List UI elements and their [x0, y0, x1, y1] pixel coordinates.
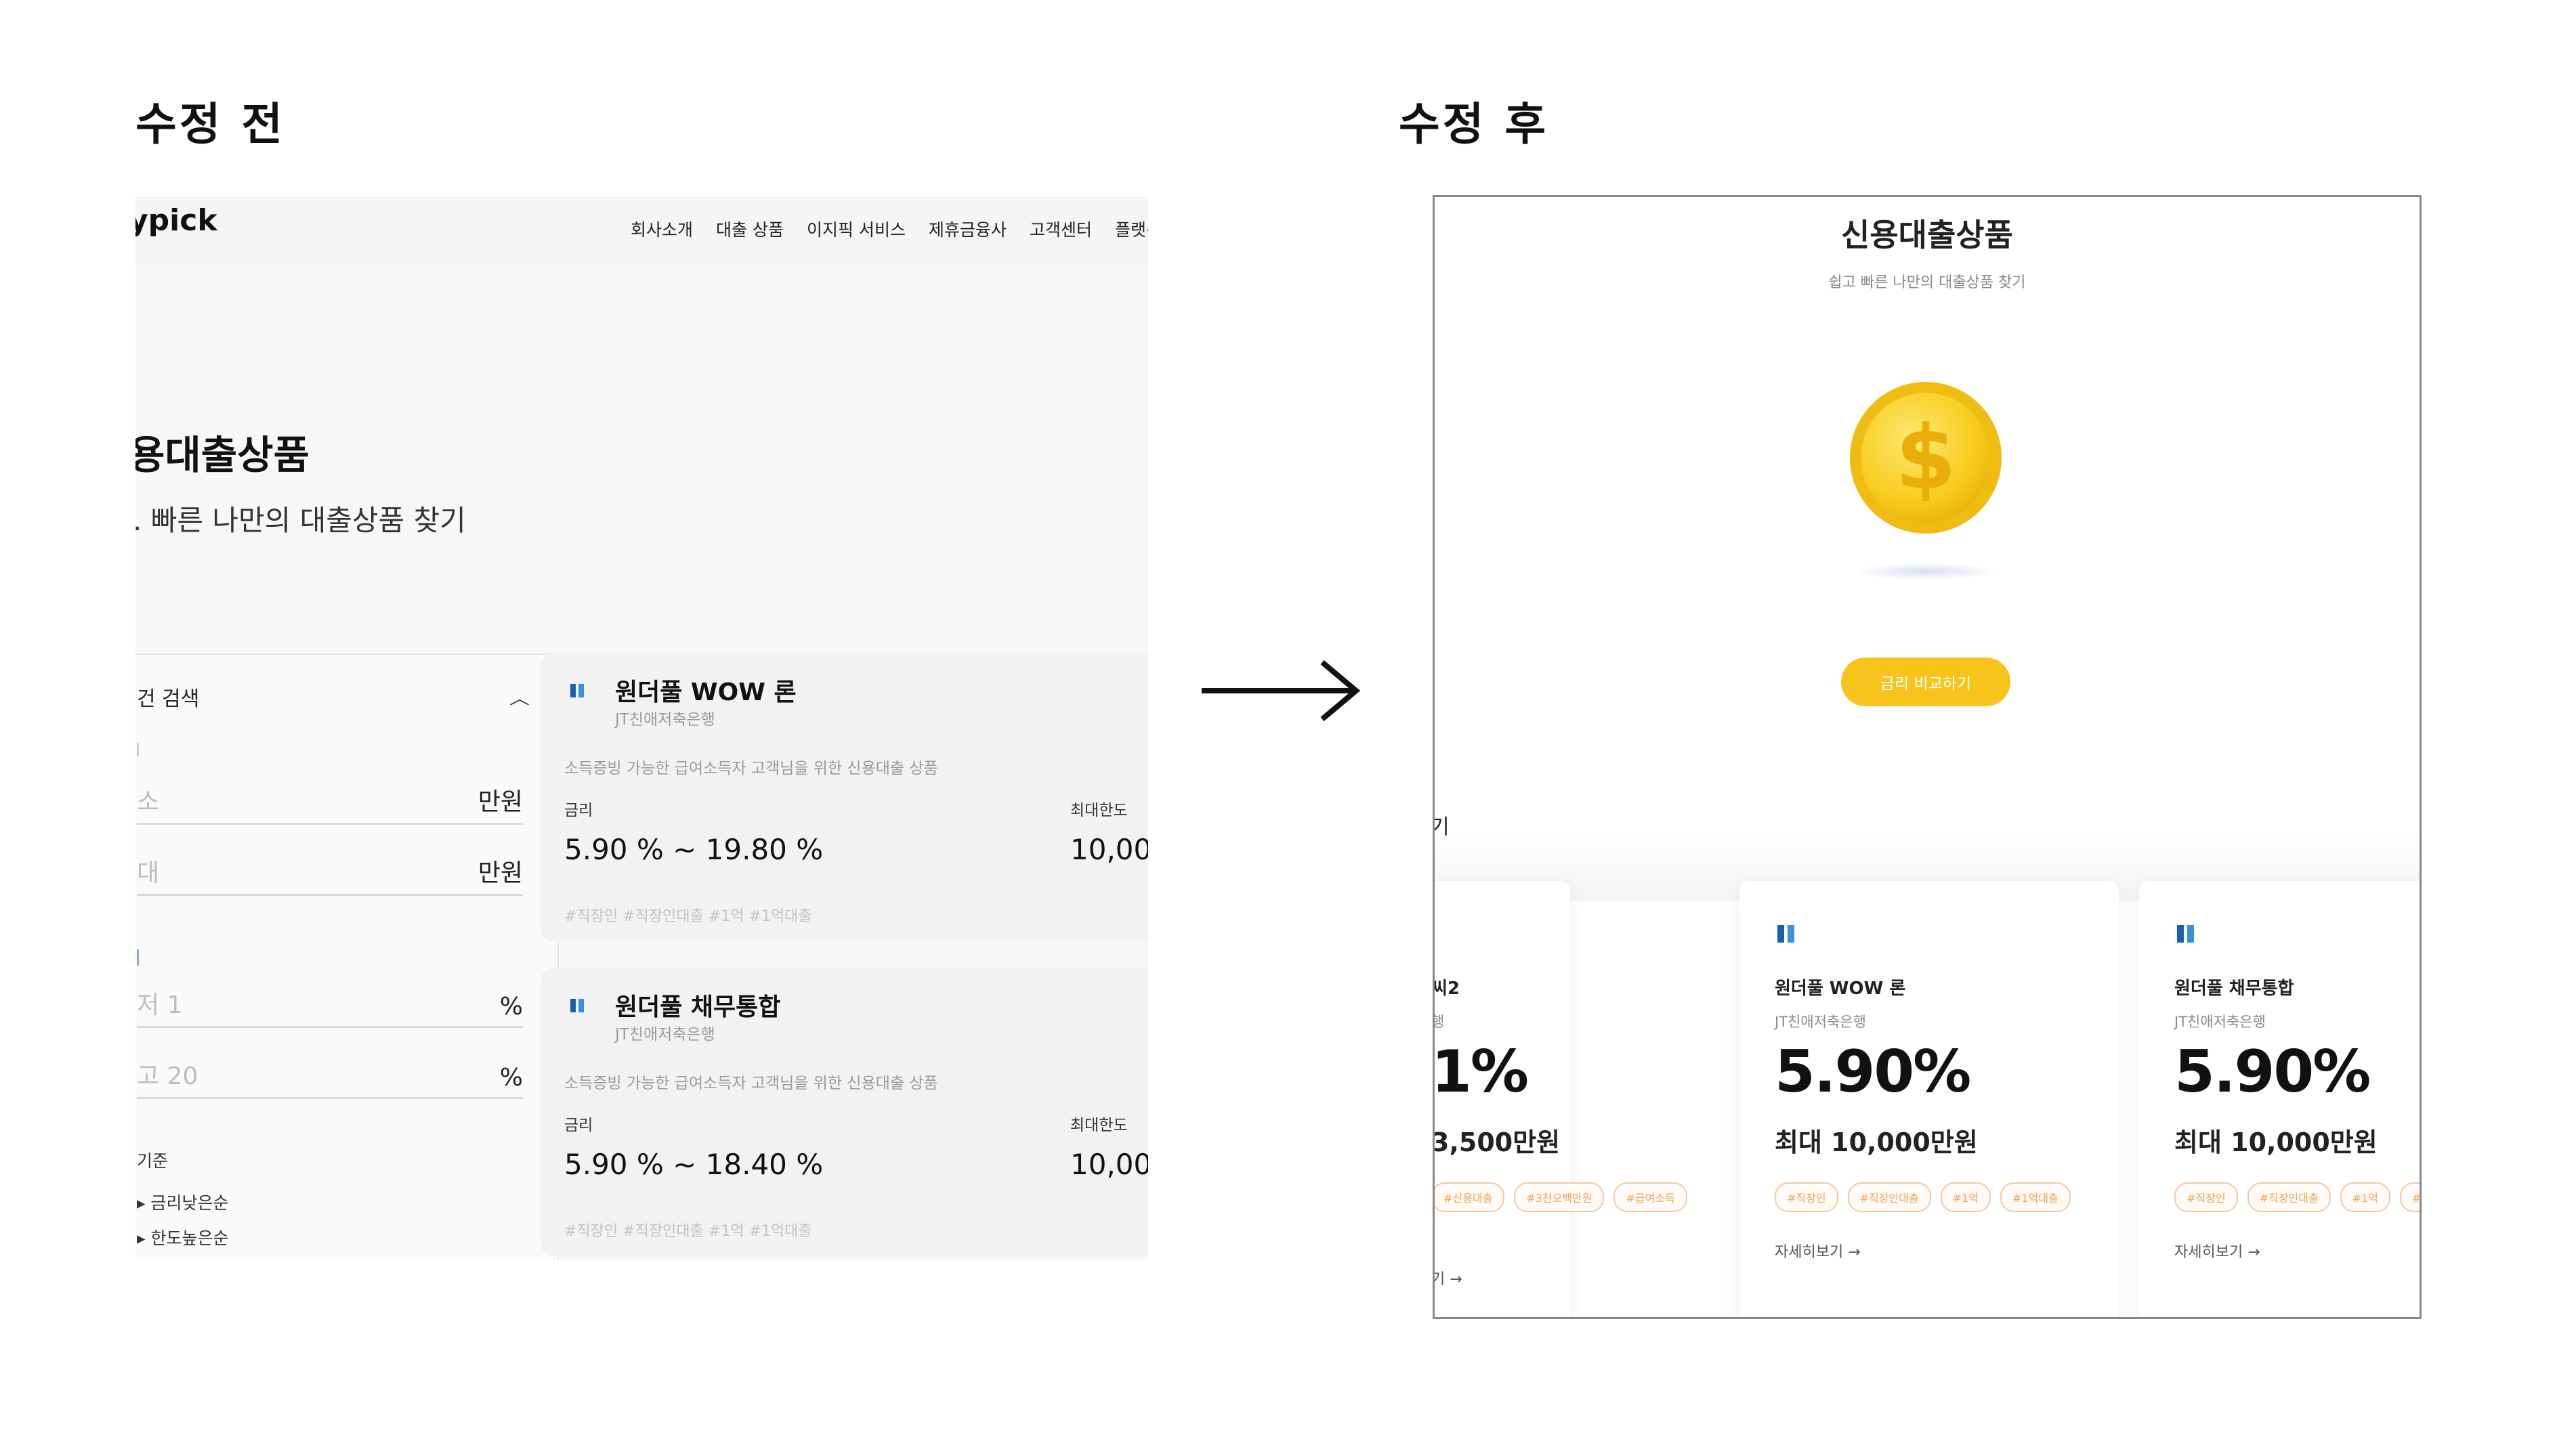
product-bank: JT친애저축은행: [2174, 1014, 2266, 1030]
product-rate: 5.90%: [2174, 1038, 2371, 1106]
loan-name: 원더풀 WOW 론: [615, 679, 797, 706]
product-max-limit: 최대 10,000만원: [1775, 1127, 1978, 1157]
before-screenshot: ypick 회사소개 대출 상품 이지픽 서비스 제휴금융사 고객센터 플랫폼 …: [135, 196, 1148, 1260]
sort-option-high-limit[interactable]: ▸ 한도높은순: [137, 1225, 229, 1249]
filter-divider-tick: [137, 949, 139, 966]
filter-title: 건 검색: [137, 687, 200, 711]
product-tag: #직장인대출: [2247, 1182, 2331, 1212]
max-limit-value: 10,000: [1070, 1148, 1148, 1181]
nav-item-about[interactable]: 회사소개: [631, 217, 693, 241]
page-subtitle: 쉽고 빠른 나만의 대출상품 찾기: [1828, 274, 2026, 291]
loan-bank: JT친애저축은행: [615, 1026, 715, 1044]
min-rate-field[interactable]: 저 1 %: [137, 990, 523, 1028]
product-tags: #신용대출 #3천오백만원 #급여소득: [1435, 1182, 1687, 1212]
loan-bank: JT친애저축은행: [615, 711, 715, 729]
nav-menu: 회사소개 대출 상품 이지픽 서비스 제휴금융사 고객센터 플랫폼: [631, 217, 1148, 241]
page-title: 용대출상품: [135, 432, 310, 478]
product-card[interactable]: 원더풀 WOW 론 JT친애저축은행 5.90% 최대 10,000만원 #직장…: [1739, 881, 2119, 1317]
product-tag: #1억대: [2399, 1182, 2420, 1212]
product-tag: #직장인: [1775, 1182, 1838, 1212]
product-bank: 행: [1435, 1011, 1444, 1031]
max-rate-placeholder: 고 20: [137, 1062, 198, 1090]
max-limit-label: 최대한도: [1070, 1117, 1128, 1134]
details-link[interactable]: 자세히보기 →: [1775, 1240, 1861, 1262]
product-tag: #3천오백만원: [1514, 1182, 1605, 1212]
sort-option-low-rate[interactable]: ▸ 금리낮은순: [137, 1190, 229, 1214]
loan-tags: #직장인 #직장인대출 #1억 #1억대출: [564, 908, 812, 925]
page-subtitle: . 빠른 나만의 대출상품 찾기: [135, 504, 466, 537]
bank-logo-icon: [1777, 925, 1794, 943]
loan-tags: #직장인 #직장인대출 #1억 #1억대출: [564, 1223, 812, 1240]
min-amount-field[interactable]: 소 만원: [137, 787, 523, 825]
rate-label: 금리: [564, 1117, 593, 1134]
product-name: 원더풀 채무통합: [2174, 978, 2294, 999]
details-link[interactable]: 기 →: [1435, 1267, 1462, 1289]
rate-value: 5.90 % ~ 19.80 %: [564, 833, 824, 866]
dollar-coin-icon: $: [1850, 382, 2002, 534]
product-tag: #신용대출: [1435, 1182, 1505, 1212]
max-amount-unit: 만원: [478, 859, 523, 887]
arrow-right-icon: [1202, 660, 1361, 722]
rate-label: 금리: [564, 802, 593, 819]
rate-value: 5.90 % ~ 18.40 %: [564, 1148, 824, 1181]
after-heading: 수정 후: [1399, 98, 1549, 150]
loan-card[interactable]: 원더풀 채무통합 JT친애저축은행 소득증빙 가능한 급여소득자 고객님을 위한…: [541, 968, 1148, 1256]
max-rate-field[interactable]: 고 20 %: [137, 1061, 523, 1099]
max-limit-value: 10,000: [1070, 833, 1148, 866]
bank-logo-icon: [570, 684, 584, 697]
bank-logo-icon: [2177, 925, 2194, 943]
details-link[interactable]: 자세히보기 →: [2174, 1240, 2260, 1262]
max-rate-unit: %: [499, 1064, 523, 1092]
section-label: 기: [1435, 810, 1450, 840]
product-rate: 1%: [1433, 1038, 1529, 1106]
nav-item-partners[interactable]: 제휴금융사: [929, 217, 1007, 241]
product-name: 원더풀 WOW 론: [1775, 978, 1906, 999]
svg-text:$: $: [1895, 406, 1956, 509]
product-bank: JT친애저축은행: [1775, 1014, 1866, 1030]
site-logo[interactable]: ypick: [135, 203, 217, 238]
min-rate-unit: %: [499, 993, 523, 1020]
max-amount-placeholder: 대: [137, 859, 160, 887]
filter-divider-tick: [137, 743, 139, 756]
sort-option-high-limit-label: 한도높은순: [150, 1228, 229, 1248]
max-limit-label: 최대한도: [1070, 802, 1128, 819]
loan-description: 소득증빙 가능한 급여소득자 고객님을 위한 신용대출 상품: [564, 760, 938, 777]
loan-name: 원더풀 채무통합: [615, 993, 781, 1021]
product-card[interactable]: 씨2 행 1% 3,500만원 #신용대출 #3천오백만원 #급여소득 기 →: [1433, 881, 1687, 1317]
product-tags: #직장인 #직장인대출 #1억 #1억대출: [1775, 1182, 2071, 1212]
product-tag: #직장인대출: [1847, 1182, 1931, 1212]
page-title: 신용대출상품: [1841, 217, 2013, 253]
sort-label: 기준: [137, 1151, 169, 1171]
min-rate-placeholder: 저 1: [137, 991, 183, 1019]
product-max-limit: 최대 10,000만원: [2174, 1127, 2378, 1157]
product-tag: #1억: [1940, 1182, 1991, 1212]
min-amount-unit: 만원: [478, 788, 523, 816]
product-max-limit: 3,500만원: [1433, 1127, 1561, 1157]
product-tag: #급여소득: [1613, 1182, 1687, 1212]
after-screenshot: 신용대출상품 쉽고 빠른 나만의 대출상품 찾기 $ 금리 비교하기 기 씨2 …: [1433, 195, 2422, 1319]
coin-shadow: [1855, 563, 1997, 580]
product-card[interactable]: 원더풀 채무통합 JT친애저축은행 5.90% 최대 10,000만원 #직장인…: [2139, 881, 2420, 1317]
product-tags: #직장인 #직장인대출 #1억 #1억대: [2174, 1182, 2420, 1212]
nav-item-loans[interactable]: 대출 상품: [716, 217, 784, 241]
bank-logo-icon: [570, 999, 584, 1012]
sort-option-low-rate-label: 금리낮은순: [150, 1193, 229, 1213]
product-tag: #직장인: [2174, 1182, 2238, 1212]
filter-panel: 건 검색 ︿ 소 만원 대 만원 저 1 % 고 20 % 기준 ▸ 금리낮은순…: [135, 653, 559, 1260]
min-amount-placeholder: 소: [137, 788, 160, 816]
loan-description: 소득증빙 가능한 급여소득자 고객님을 위한 신용대출 상품: [564, 1075, 938, 1092]
nav-item-service[interactable]: 이지픽 서비스: [807, 217, 906, 241]
product-rate: 5.90%: [1775, 1038, 1971, 1106]
max-amount-field[interactable]: 대 만원: [137, 858, 523, 896]
product-tag: #1억: [2340, 1182, 2390, 1212]
nav-item-platform[interactable]: 플랫폼: [1115, 217, 1148, 241]
chevron-up-icon[interactable]: ︿: [509, 685, 530, 708]
compare-rates-button[interactable]: 금리 비교하기: [1841, 658, 2010, 706]
nav-item-support[interactable]: 고객센터: [1030, 217, 1092, 241]
before-heading: 수정 전: [135, 98, 286, 150]
product-tag: #1억대출: [2000, 1182, 2071, 1212]
product-name: 씨2: [1433, 978, 1460, 999]
loan-card[interactable]: 원더풀 WOW 론 JT친애저축은행 소득증빙 가능한 급여소득자 고객님을 위…: [541, 653, 1148, 941]
